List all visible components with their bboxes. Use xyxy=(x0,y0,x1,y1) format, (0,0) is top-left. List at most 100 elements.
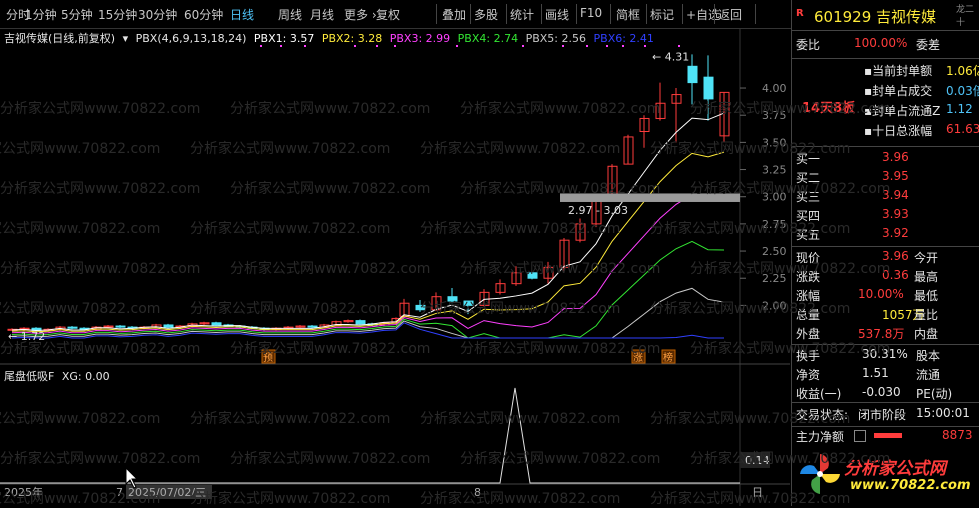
toolbar-item-13[interactable]: 统计 xyxy=(510,6,534,23)
ratio-diff-label: 委差 xyxy=(916,38,941,52)
bid-label: 买二 xyxy=(796,171,821,185)
panel-row: 涨幅 10.00% 最低 xyxy=(792,287,979,307)
toolbar-separator xyxy=(682,4,683,24)
candle-body xyxy=(447,296,458,302)
stat-label: 净资 xyxy=(796,368,821,382)
low-price-label: ← 1.72 xyxy=(8,330,45,343)
quote-panel: R 601929 吉视传媒 龙二十 委比 100.00% 委差 14天8板 交易… xyxy=(791,0,979,506)
toolbar-item-14[interactable]: 画线 xyxy=(545,6,569,23)
toolbar-item-6[interactable]: 日线 xyxy=(230,6,254,23)
candle-body xyxy=(703,76,714,100)
price-range-label: 2.97 - 3.03 xyxy=(568,204,628,217)
quote-value: 3.96 xyxy=(882,249,909,263)
bid-price: 3.92 xyxy=(882,226,909,240)
bid-label: 买四 xyxy=(796,209,821,223)
panel-row: 换手 30.31% 股本 xyxy=(792,347,979,367)
toolbar-item-1[interactable]: 1分钟 xyxy=(25,6,57,23)
toolbar-item-17[interactable]: 标记 xyxy=(650,6,674,23)
tag-yu: 预 xyxy=(263,352,273,364)
limit-marker-dot xyxy=(606,45,608,47)
sub-value-label: 0.14 xyxy=(745,454,770,467)
toolbar-separator xyxy=(610,4,611,24)
panel-row: 收益(一) -0.030 PE(动) xyxy=(792,385,979,405)
candle-body xyxy=(463,300,474,306)
toolbar-item-8[interactable]: 月线 xyxy=(310,6,334,23)
high-price-label: ← 4.31 xyxy=(652,50,689,63)
toolbar-separator xyxy=(714,4,715,24)
quote-value: 537.8万 xyxy=(858,327,905,341)
kline-chart-area[interactable]: 吉视传媒(日线,前复权) ▾ PBX(4,6,9,13,18,24) PBX1:… xyxy=(0,28,790,506)
bid-price: 3.94 xyxy=(882,188,909,202)
limit-marker-dot xyxy=(456,45,458,47)
panel-row: 涨跌 0.36 最高 xyxy=(792,268,979,288)
main-flow-row[interactable]: 主力净额 8873 xyxy=(792,428,979,448)
sub-indicator-value: XG: 0.00 xyxy=(61,370,110,383)
stat-label: 换手 xyxy=(796,349,821,363)
trade-status-label: 交易状态: xyxy=(796,408,849,422)
panel-row: ▪十日总涨幅 61.63 xyxy=(792,122,979,142)
limit-marker-dot xyxy=(280,45,282,47)
ratio-value: 100.00% xyxy=(854,36,908,50)
stat-label-2: 流通 xyxy=(916,368,941,382)
quote-value: 0.36 xyxy=(882,268,909,282)
limit-marker-dot xyxy=(394,45,396,47)
stat-value: 1.51 xyxy=(862,366,889,380)
toolbar-item-12[interactable]: 多股 xyxy=(474,6,498,23)
corner-label: 龙二十 xyxy=(956,5,975,28)
board-value: 1.12 xyxy=(946,102,973,116)
candle-body xyxy=(115,325,126,328)
toolbar-item-7[interactable]: 周线 xyxy=(278,6,302,23)
quote-label-2: 量比 xyxy=(914,308,939,322)
bid-price: 3.93 xyxy=(882,207,909,221)
toolbar-item-19[interactable]: 返回 xyxy=(718,6,742,23)
stock-name: 吉视传媒 xyxy=(876,8,937,26)
panel-row: 买一 3.96 xyxy=(792,150,979,170)
toolbar-separator xyxy=(646,4,647,24)
stat-value: -0.030 xyxy=(862,385,901,399)
candle-body xyxy=(307,325,318,328)
sub-indicator-name[interactable]: 尾盘低吸F xyxy=(4,370,54,383)
tag-zhang: 涨 xyxy=(633,352,643,364)
toolbar-item-4[interactable]: 30分钟 xyxy=(138,6,177,23)
toolbar-item-2[interactable]: 5分钟 xyxy=(61,6,93,23)
board-label: ▪封单占流通Z xyxy=(864,104,941,118)
quote-label: 涨幅 xyxy=(796,289,821,303)
pbx1-line xyxy=(11,112,725,332)
time-label-year: 2025年 xyxy=(4,485,43,499)
quote-label: 涨跌 xyxy=(796,270,821,284)
quote-label-2: 最高 xyxy=(914,270,939,284)
board-value: 0.03倍 xyxy=(946,84,979,98)
price-tick-label: 3.75 xyxy=(762,109,787,122)
sub-indicator-header: 尾盘低吸F XG: 0.00 xyxy=(4,368,114,386)
toolbar-separator xyxy=(436,4,437,24)
kline-svg[interactable]: 4.00 3.75 3.50 3.25 3.00 2.75 2.50 2.25 2.00 2.97… xyxy=(0,28,790,506)
toolbar-item-10[interactable]: 复权 xyxy=(376,6,400,23)
quote-label: 外盘 xyxy=(796,327,821,341)
panel-row: 买三 3.94 xyxy=(792,188,979,208)
candle-body xyxy=(687,65,698,84)
toolbar-item-3[interactable]: 15分钟 xyxy=(98,6,137,23)
toolbar-item-16[interactable]: 简框 xyxy=(616,6,640,23)
board-value: 61.63 xyxy=(946,122,979,136)
bid-label: 买五 xyxy=(796,228,821,242)
bid-price: 3.96 xyxy=(882,150,909,164)
stat-label-2: 股本 xyxy=(916,349,941,363)
toolbar-item-9[interactable]: 更多 › xyxy=(344,6,377,23)
panel-row: 买四 3.93 xyxy=(792,207,979,227)
limit-marker-dot xyxy=(354,45,356,47)
limit-marker-dot xyxy=(522,45,524,47)
panel-row: 外盘 537.8万 内盘 xyxy=(792,325,979,345)
toolbar-item-11[interactable]: 叠加 xyxy=(442,6,466,23)
candle-body xyxy=(355,320,366,325)
toolbar-item-5[interactable]: 60分钟 xyxy=(184,6,223,23)
board-value: 1.06亿 xyxy=(946,64,979,78)
board-label: ▪当前封单额 xyxy=(864,64,933,78)
toolbar-item-15[interactable]: F10 xyxy=(580,6,602,20)
list-icon[interactable] xyxy=(854,430,866,442)
price-tick-label: 3.00 xyxy=(762,191,787,204)
price-tick-label: 4.00 xyxy=(762,82,787,95)
quote-label: 现价 xyxy=(796,251,821,265)
bid-price: 3.95 xyxy=(882,169,909,183)
price-tick-label: 3.50 xyxy=(762,136,787,149)
limit-marker-dot xyxy=(260,45,262,47)
